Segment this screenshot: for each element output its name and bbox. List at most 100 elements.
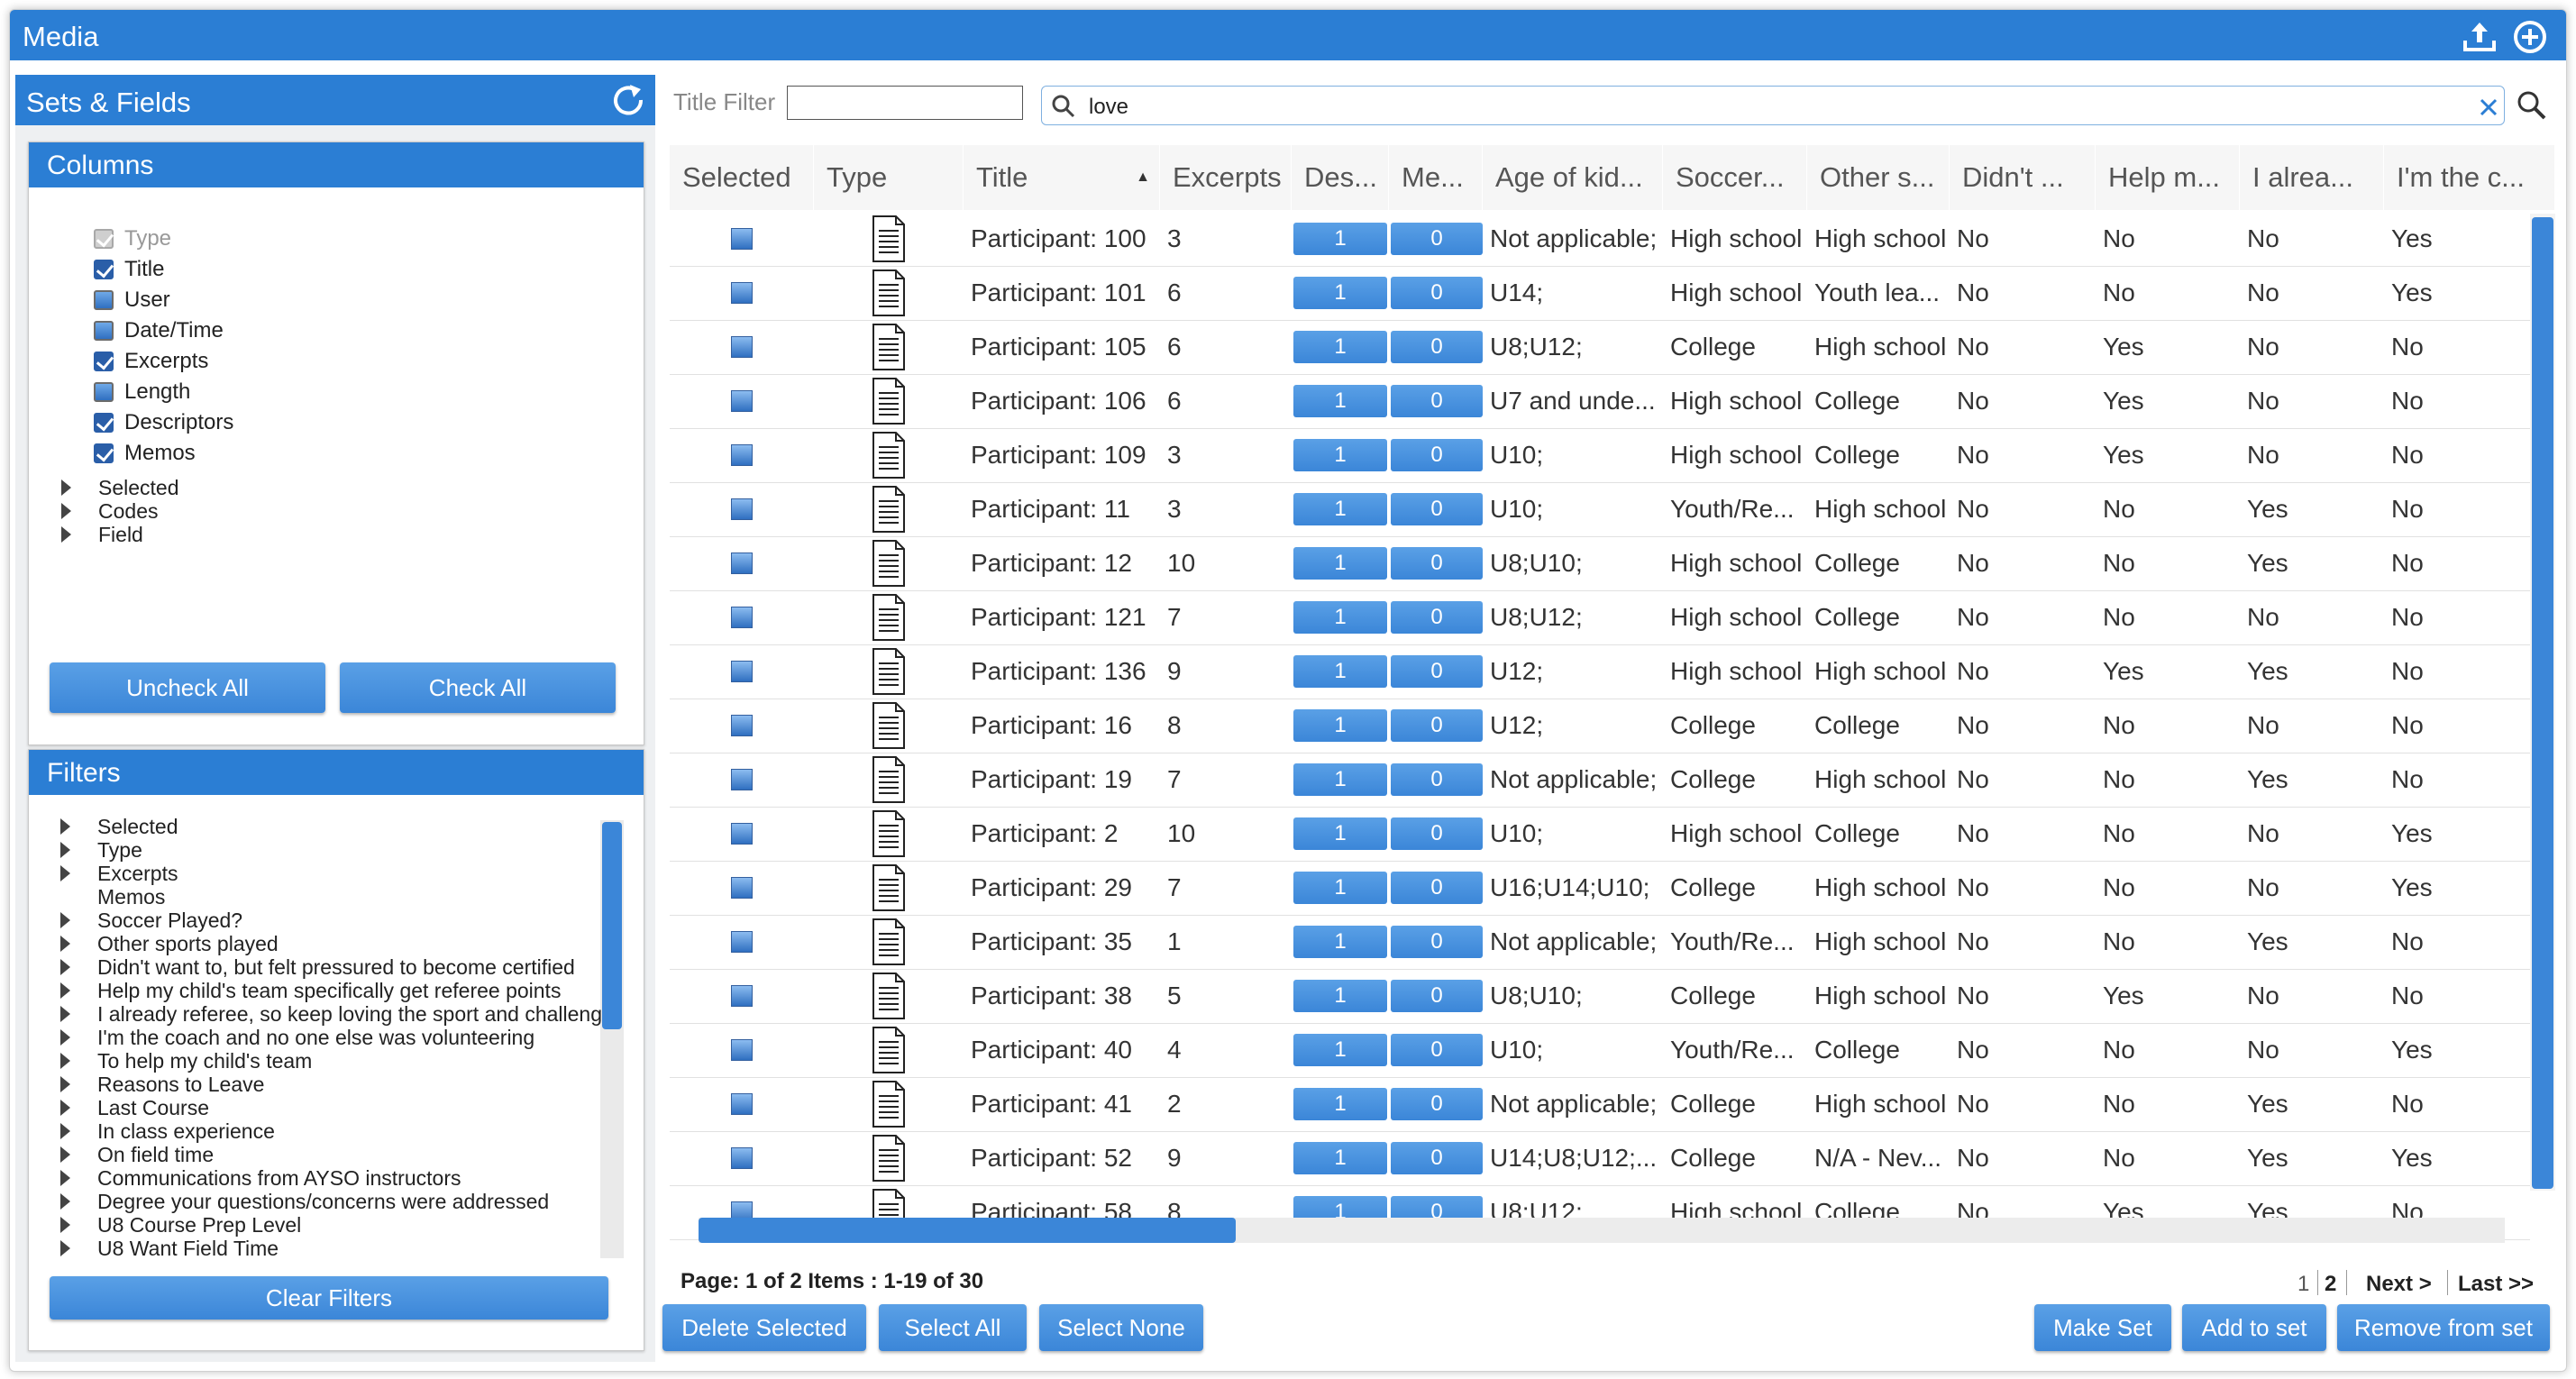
select-all-button[interactable]: Select All	[879, 1304, 1027, 1351]
selected-cell[interactable]	[670, 320, 814, 374]
selected-cell[interactable]	[670, 212, 814, 266]
column-header[interactable]: Other s...	[1807, 145, 1950, 210]
search-button-icon[interactable]	[2516, 89, 2548, 122]
table-row[interactable]: Participant: 29 7 1 0 U16;U14;U10; College Hig…	[670, 861, 2530, 916]
filter-item[interactable]: Type	[60, 838, 601, 862]
descriptors-count-button[interactable]: 1	[1293, 277, 1387, 309]
page-1-link[interactable]: 1	[2297, 1272, 2309, 1297]
select-checkbox[interactable]	[731, 769, 753, 790]
expand-arrow-icon[interactable]	[60, 1006, 70, 1022]
expand-arrow-icon[interactable]	[60, 1029, 70, 1046]
grid-horizontal-scroll-thumb[interactable]	[699, 1218, 1236, 1243]
descriptors-count-button[interactable]: 1	[1293, 223, 1387, 255]
clear-filters-button[interactable]: Clear Filters	[50, 1276, 608, 1320]
descriptors-count-button[interactable]: 1	[1293, 331, 1387, 363]
column-option[interactable]: Descriptors	[94, 407, 233, 438]
column-header[interactable]: Me...	[1389, 145, 1483, 210]
table-row[interactable]: Participant: 2 10 1 0 U10; High school College…	[670, 807, 2530, 862]
expand-arrow-icon[interactable]	[60, 842, 70, 858]
select-checkbox[interactable]	[731, 282, 753, 304]
column-group[interactable]: Codes	[61, 499, 158, 523]
memos-count-button[interactable]: 0	[1391, 655, 1483, 688]
filter-item[interactable]: Communications from AYSO instructors	[60, 1166, 601, 1190]
filter-item[interactable]: On field time	[60, 1143, 601, 1166]
select-checkbox[interactable]	[731, 553, 753, 574]
selected-cell[interactable]	[670, 969, 814, 1023]
column-group[interactable]: Field	[61, 523, 143, 546]
descriptors-count-button[interactable]: 1	[1293, 763, 1387, 796]
checkbox[interactable]	[94, 321, 114, 341]
memos-count-button[interactable]: 0	[1391, 547, 1483, 580]
select-checkbox[interactable]	[731, 607, 753, 628]
expand-arrow-icon[interactable]	[60, 1217, 70, 1233]
memos-count-button[interactable]: 0	[1391, 926, 1483, 958]
memos-count-button[interactable]: 0	[1391, 277, 1483, 309]
memos-count-button[interactable]: 0	[1391, 493, 1483, 525]
filter-item[interactable]: Last Course	[60, 1096, 601, 1119]
memos-count-button[interactable]: 0	[1391, 385, 1483, 417]
filter-item[interactable]: To help my child's team	[60, 1049, 601, 1073]
column-header[interactable]: Selected	[670, 145, 814, 210]
refresh-icon[interactable]	[608, 80, 650, 122]
checkbox[interactable]	[94, 413, 114, 433]
column-header[interactable]: I alrea...	[2240, 145, 2384, 210]
memos-count-button[interactable]: 0	[1391, 439, 1483, 471]
select-checkbox[interactable]	[731, 336, 753, 358]
filter-item[interactable]: U8 Want Field Time	[60, 1237, 601, 1260]
descriptors-count-button[interactable]: 1	[1293, 547, 1387, 580]
grid-vertical-scroll-thumb[interactable]	[2532, 217, 2553, 1189]
select-checkbox[interactable]	[731, 1093, 753, 1115]
checkbox[interactable]	[94, 260, 114, 279]
table-row[interactable]: Participant: 38 5 1 0 U8;U10; College High sch…	[670, 969, 2530, 1024]
descriptors-count-button[interactable]: 1	[1293, 980, 1387, 1012]
table-row[interactable]: Participant: 19 7 1 0 Not applicable; College…	[670, 753, 2530, 808]
filter-item[interactable]: I already referee, so keep loving the sp…	[60, 1002, 601, 1026]
filters-scroll-thumb[interactable]	[602, 822, 622, 1029]
memos-count-button[interactable]: 0	[1391, 601, 1483, 634]
memos-count-button[interactable]: 0	[1391, 223, 1483, 255]
table-row[interactable]: Participant: 121 7 1 0 U8;U12; High school Col…	[670, 590, 2530, 645]
add-to-set-button[interactable]: Add to set	[2182, 1304, 2326, 1351]
column-option[interactable]: Date/Time	[94, 315, 224, 346]
filter-item[interactable]: Didn't want to, but felt pressured to be…	[60, 955, 601, 979]
filter-item[interactable]: Memos	[60, 885, 601, 909]
memos-count-button[interactable]: 0	[1391, 1034, 1483, 1066]
memos-count-button[interactable]: 0	[1391, 763, 1483, 796]
expand-arrow-icon[interactable]	[60, 818, 70, 835]
table-row[interactable]: Participant: 41 2 1 0 Not applicable; College…	[670, 1077, 2530, 1132]
descriptors-count-button[interactable]: 1	[1293, 601, 1387, 634]
selected-cell[interactable]	[670, 1023, 814, 1077]
memos-count-button[interactable]: 0	[1391, 872, 1483, 904]
descriptors-count-button[interactable]: 1	[1293, 655, 1387, 688]
expand-arrow-icon[interactable]	[60, 1193, 70, 1210]
selected-cell[interactable]	[670, 644, 814, 699]
descriptors-count-button[interactable]: 1	[1293, 439, 1387, 471]
select-checkbox[interactable]	[731, 1147, 753, 1169]
expand-arrow-icon[interactable]	[60, 1170, 70, 1186]
column-option[interactable]: Memos	[94, 438, 196, 469]
checkbox[interactable]	[94, 382, 114, 402]
checkbox[interactable]	[94, 290, 114, 310]
checkbox[interactable]	[94, 443, 114, 463]
selected-cell[interactable]	[670, 536, 814, 590]
uncheck-all-button[interactable]: Uncheck All	[50, 662, 325, 713]
select-checkbox[interactable]	[731, 985, 753, 1007]
selected-cell[interactable]	[670, 1077, 814, 1131]
memos-count-button[interactable]: 0	[1391, 709, 1483, 742]
remove-from-set-button[interactable]: Remove from set	[2337, 1304, 2550, 1351]
descriptors-count-button[interactable]: 1	[1293, 493, 1387, 525]
select-checkbox[interactable]	[731, 1039, 753, 1061]
expand-arrow-icon[interactable]	[60, 1100, 70, 1116]
page-2-link[interactable]: 2	[2325, 1272, 2336, 1297]
filter-item[interactable]: Degree your questions/concerns were addr…	[60, 1190, 601, 1213]
selected-cell[interactable]	[670, 699, 814, 753]
table-row[interactable]: Participant: 52 9 1 0 U14;U8;U12;... College N…	[670, 1131, 2530, 1186]
expand-arrow-icon[interactable]	[60, 959, 70, 975]
table-row[interactable]: Participant: 12 10 1 0 U8;U10; High school Col…	[670, 536, 2530, 591]
expand-arrow-icon[interactable]	[60, 1076, 70, 1092]
filter-item[interactable]: Soccer Played?	[60, 909, 601, 932]
table-row[interactable]: Participant: 106 6 1 0 U7 and unde... High sc…	[670, 374, 2530, 429]
selected-cell[interactable]	[670, 915, 814, 969]
expand-arrow-icon[interactable]	[60, 1240, 70, 1256]
filter-item[interactable]: Reasons to Leave	[60, 1073, 601, 1096]
